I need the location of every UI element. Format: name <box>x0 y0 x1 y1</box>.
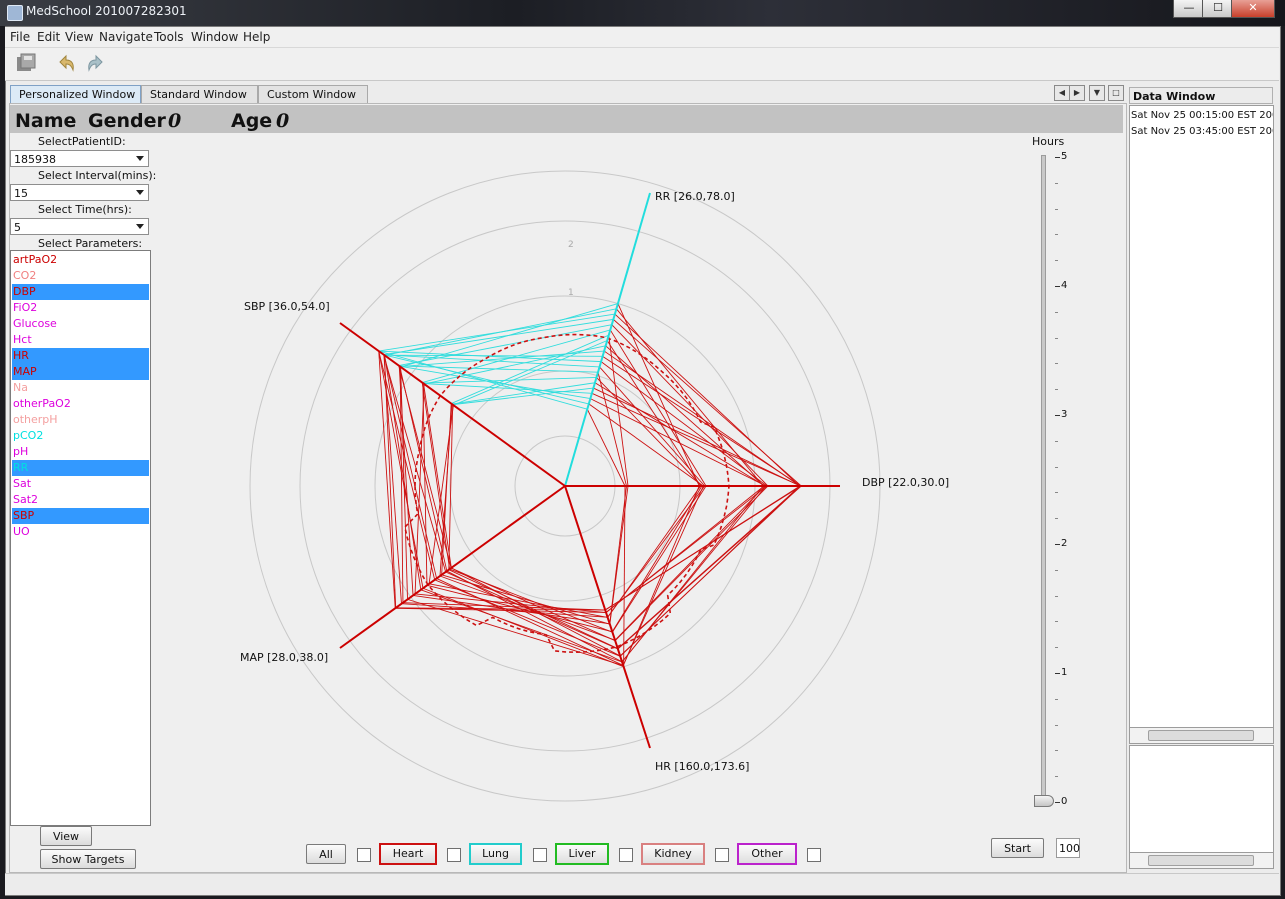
speed-field[interactable]: 100 <box>1056 838 1080 858</box>
timeline-tick-mark <box>1055 802 1060 803</box>
category-checkbox-4[interactable] <box>715 848 729 862</box>
timeline-minor-tick <box>1055 208 1058 210</box>
timeline-tick-mark <box>1055 415 1060 416</box>
category-checkbox-2[interactable] <box>533 848 547 862</box>
heart-edge <box>617 485 801 649</box>
timeline-tick-label: 5 <box>1061 151 1068 162</box>
timeline-minor-tick <box>1055 621 1058 623</box>
all-button[interactable]: All <box>306 844 346 864</box>
timeline-tick-label: 1 <box>1061 667 1068 678</box>
timeline-minor-tick <box>1055 389 1058 391</box>
category-button-liver[interactable]: Liver <box>555 843 609 865</box>
timeline-minor-tick <box>1055 337 1058 339</box>
data-window-detail-hscrollbar[interactable] <box>1129 852 1274 869</box>
radar-chart: 21 <box>249 170 881 802</box>
timeline-minor-tick <box>1055 518 1058 520</box>
heart-edge <box>621 485 764 663</box>
time-slider-track[interactable] <box>1041 155 1046 802</box>
category-checkbox-1[interactable] <box>447 848 461 862</box>
heart-edge <box>604 485 801 611</box>
category-checkbox-3[interactable] <box>619 848 633 862</box>
heart-edge <box>609 485 629 625</box>
timeline-minor-tick <box>1055 724 1058 726</box>
heart-edge <box>622 485 700 666</box>
timeline-minor-tick <box>1055 260 1058 262</box>
status-bar <box>5 873 1279 895</box>
ring-label: 1 <box>568 288 574 298</box>
data-row[interactable]: Sat Nov 25 00:15:00 EST 200 <box>1131 110 1273 121</box>
timeline-tick-label: 4 <box>1061 280 1068 291</box>
axis-label-3: MAP [28.0,38.0] <box>240 651 329 664</box>
time-slider-thumb[interactable] <box>1034 795 1054 807</box>
data-window-hscrollbar[interactable] <box>1129 727 1274 744</box>
hours-label: Hours <box>1032 135 1065 148</box>
data-window-title: Data Window <box>1129 87 1273 104</box>
timeline-minor-tick <box>1055 698 1058 700</box>
timeline-minor-tick <box>1055 569 1058 571</box>
lung-edge <box>384 308 617 356</box>
heart-edge <box>594 382 766 487</box>
axis-label-1: DBP [22.0,30.0] <box>862 476 950 489</box>
start-button[interactable]: Start <box>991 838 1044 858</box>
timeline-tick-label: 0 <box>1061 796 1068 807</box>
axis-label-2: HR [160.0,173.6] <box>655 760 750 773</box>
timeline-minor-tick <box>1055 466 1058 468</box>
timeline-minor-tick <box>1055 182 1058 184</box>
category-button-other[interactable]: Other <box>737 843 797 865</box>
heart-edge <box>611 324 769 487</box>
heart-edge <box>612 485 707 633</box>
timeline-tick-mark <box>1055 157 1060 158</box>
heart-edge <box>588 403 704 487</box>
timeline-tick-mark <box>1055 673 1060 674</box>
category-button-kidney[interactable]: Kidney <box>641 843 705 865</box>
timeline-tick-mark <box>1055 286 1060 287</box>
timeline-tick-label: 2 <box>1061 538 1068 549</box>
category-checkbox-5[interactable] <box>807 848 821 862</box>
timeline-minor-tick <box>1055 647 1058 649</box>
data-window-detail <box>1129 745 1274 853</box>
ring-label: 2 <box>568 240 574 250</box>
data-window-list[interactable]: Sat Nov 25 00:15:00 EST 200 Sat Nov 25 03… <box>1129 105 1274 729</box>
lung-edge <box>383 318 614 356</box>
heart-edge <box>614 485 766 641</box>
timeline-minor-tick <box>1055 363 1058 365</box>
heart-edge <box>617 303 700 487</box>
heart-edge <box>605 485 765 613</box>
timeline-tick-label: 3 <box>1061 409 1068 420</box>
axis-label-0: RR [26.0,78.0] <box>655 190 735 203</box>
category-checkbox-0[interactable] <box>357 848 371 862</box>
axis-label-4: SBP [36.0,54.0] <box>244 300 330 313</box>
timeline-minor-tick <box>1055 750 1058 752</box>
timeline-tick-mark <box>1055 544 1060 545</box>
scrollbar-thumb[interactable] <box>1148 730 1254 741</box>
heart-edge <box>434 579 621 657</box>
timeline-minor-tick <box>1055 234 1058 236</box>
category-button-heart[interactable]: Heart <box>379 843 437 865</box>
timeline-minor-tick <box>1055 311 1058 313</box>
timeline-minor-tick <box>1055 492 1058 494</box>
timeline-minor-tick <box>1055 595 1058 597</box>
timeline-minor-tick <box>1055 440 1058 442</box>
heart-edge <box>607 485 701 618</box>
category-button-lung[interactable]: Lung <box>469 843 522 865</box>
timeline-minor-tick <box>1055 776 1058 778</box>
heart-edge <box>605 345 765 487</box>
scrollbar-thumb[interactable] <box>1148 855 1254 866</box>
data-row[interactable]: Sat Nov 25 03:45:00 EST 200 <box>1131 126 1273 137</box>
